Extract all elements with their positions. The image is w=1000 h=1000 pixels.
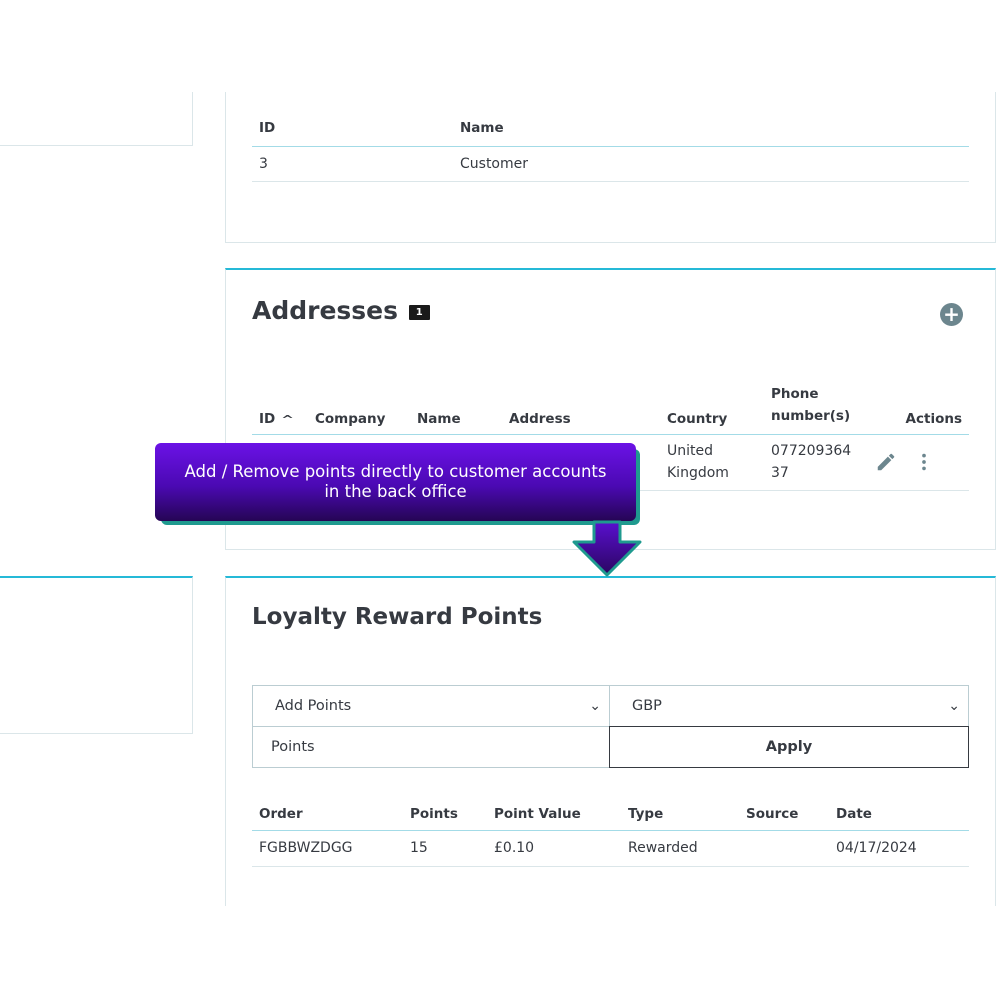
column-header-id: ID	[259, 120, 276, 136]
column-header-name: Name	[460, 120, 504, 136]
addresses-title: Addresses 1	[252, 296, 430, 325]
table-row: FGBBWZDGG 15 £0.10 Rewarded 04/17/2024	[252, 830, 969, 866]
table-header-row: ID Name	[252, 120, 969, 147]
cell-order: FGBBWZDGG	[259, 840, 353, 856]
callout-text-line2: in the back office	[324, 482, 467, 501]
address-country: United Kingdom	[660, 434, 764, 490]
loyalty-reward-points-panel: Loyalty Reward Points Add Points ⌄ GBP ⌄…	[225, 576, 996, 906]
column-header-phone: Phone number(s)	[764, 382, 868, 434]
column-header-address: Address	[509, 410, 571, 427]
promo-callout: Add / Remove points directly to customer…	[155, 443, 636, 521]
address-phone-text: 07720936437	[771, 443, 852, 481]
column-header-type: Type	[628, 805, 664, 822]
address-actions	[868, 434, 969, 490]
address-country-text: United Kingdom	[667, 443, 729, 481]
column-header-id[interactable]: ID ^	[252, 382, 308, 434]
cell-point-value: £0.10	[494, 840, 535, 856]
group-id: 3	[259, 156, 268, 172]
column-header-source: Source	[746, 805, 799, 822]
column-header-company: Company	[315, 410, 386, 427]
table-header-row: Order Points Point Value Type Source Dat…	[252, 796, 969, 830]
table-header-row: ID ^ Company Name Address Country Phone n…	[252, 382, 969, 434]
cell-source	[739, 830, 829, 866]
group-name: Customer	[460, 156, 529, 172]
cell-points: 15	[410, 840, 428, 856]
column-header-points: Points	[410, 805, 458, 822]
cell-type: Rewarded	[628, 840, 698, 856]
addresses-count-badge: 1	[408, 305, 430, 320]
points-action-value: Add Points	[275, 698, 352, 714]
currency-select[interactable]: GBP ⌄	[610, 685, 969, 727]
address-phone: 07720936437	[764, 434, 868, 490]
points-history-table: Order Points Point Value Type Source Dat…	[252, 796, 969, 867]
pencil-icon[interactable]	[875, 451, 897, 473]
currency-value: GBP	[632, 698, 662, 714]
group-table: ID Name 3 Customer	[252, 120, 969, 182]
column-header-order: Order	[259, 805, 303, 822]
addresses-title-text: Addresses	[252, 296, 399, 325]
column-header-country: Country	[667, 410, 728, 427]
column-header-date: Date	[836, 805, 872, 822]
column-header-id-label: ID	[259, 410, 276, 427]
plus-circle-icon[interactable]: +	[940, 303, 963, 326]
arrow-down-icon	[572, 520, 642, 577]
loyalty-title: Loyalty Reward Points	[252, 604, 543, 630]
points-action-select[interactable]: Add Points ⌄	[252, 685, 610, 727]
left-panel-top	[0, 92, 193, 146]
group-panel: ID Name 3 Customer	[225, 92, 996, 243]
callout-text-line1: Add / Remove points directly to customer…	[184, 462, 607, 481]
column-header-point-value: Point Value	[494, 805, 581, 822]
column-header-name: Name	[417, 410, 461, 427]
table-row: 3 Customer	[252, 147, 969, 182]
more-vertical-icon[interactable]	[913, 451, 935, 473]
column-header-actions: Actions	[905, 410, 962, 427]
chevron-down-icon: ⌄	[948, 698, 960, 714]
chevron-down-icon: ⌄	[589, 698, 601, 714]
column-header-phone-label: Phone number(s)	[771, 385, 851, 424]
left-panel-bottom	[0, 576, 193, 734]
points-input[interactable]: Points	[252, 726, 610, 768]
cell-date: 04/17/2024	[836, 840, 917, 856]
apply-button[interactable]: Apply	[609, 726, 969, 768]
sort-ascending-icon[interactable]: ^	[281, 413, 294, 426]
points-input-placeholder: Points	[271, 739, 315, 755]
